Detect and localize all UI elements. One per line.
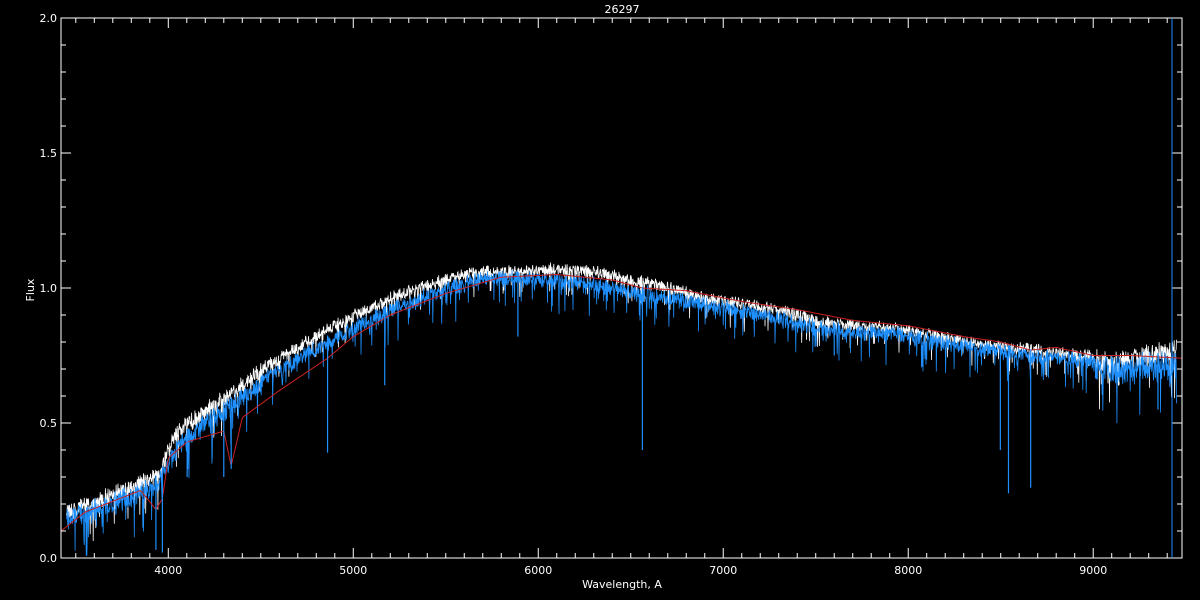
chart-title: 26297	[605, 3, 640, 16]
x-tick-label: 6000	[524, 564, 552, 577]
plot-background	[0, 0, 1200, 600]
spectrum-chart: 26297 Wavelength, A Flux 4000 5000 6000 700…	[0, 0, 1200, 600]
y-tick-label: 2.0	[40, 12, 58, 25]
x-tick-label: 9000	[1079, 564, 1107, 577]
y-axis-label: Flux	[24, 278, 37, 301]
x-tick-label: 4000	[154, 564, 182, 577]
x-tick-label: 7000	[709, 564, 737, 577]
y-tick-label: 0.5	[40, 417, 58, 430]
y-tick-label: 1.5	[40, 147, 58, 160]
y-tick-label: 0.0	[40, 552, 58, 565]
y-tick-label: 1.0	[40, 282, 58, 295]
x-tick-label: 8000	[894, 564, 922, 577]
x-axis-label: Wavelength, A	[582, 578, 662, 591]
x-tick-label: 5000	[339, 564, 367, 577]
